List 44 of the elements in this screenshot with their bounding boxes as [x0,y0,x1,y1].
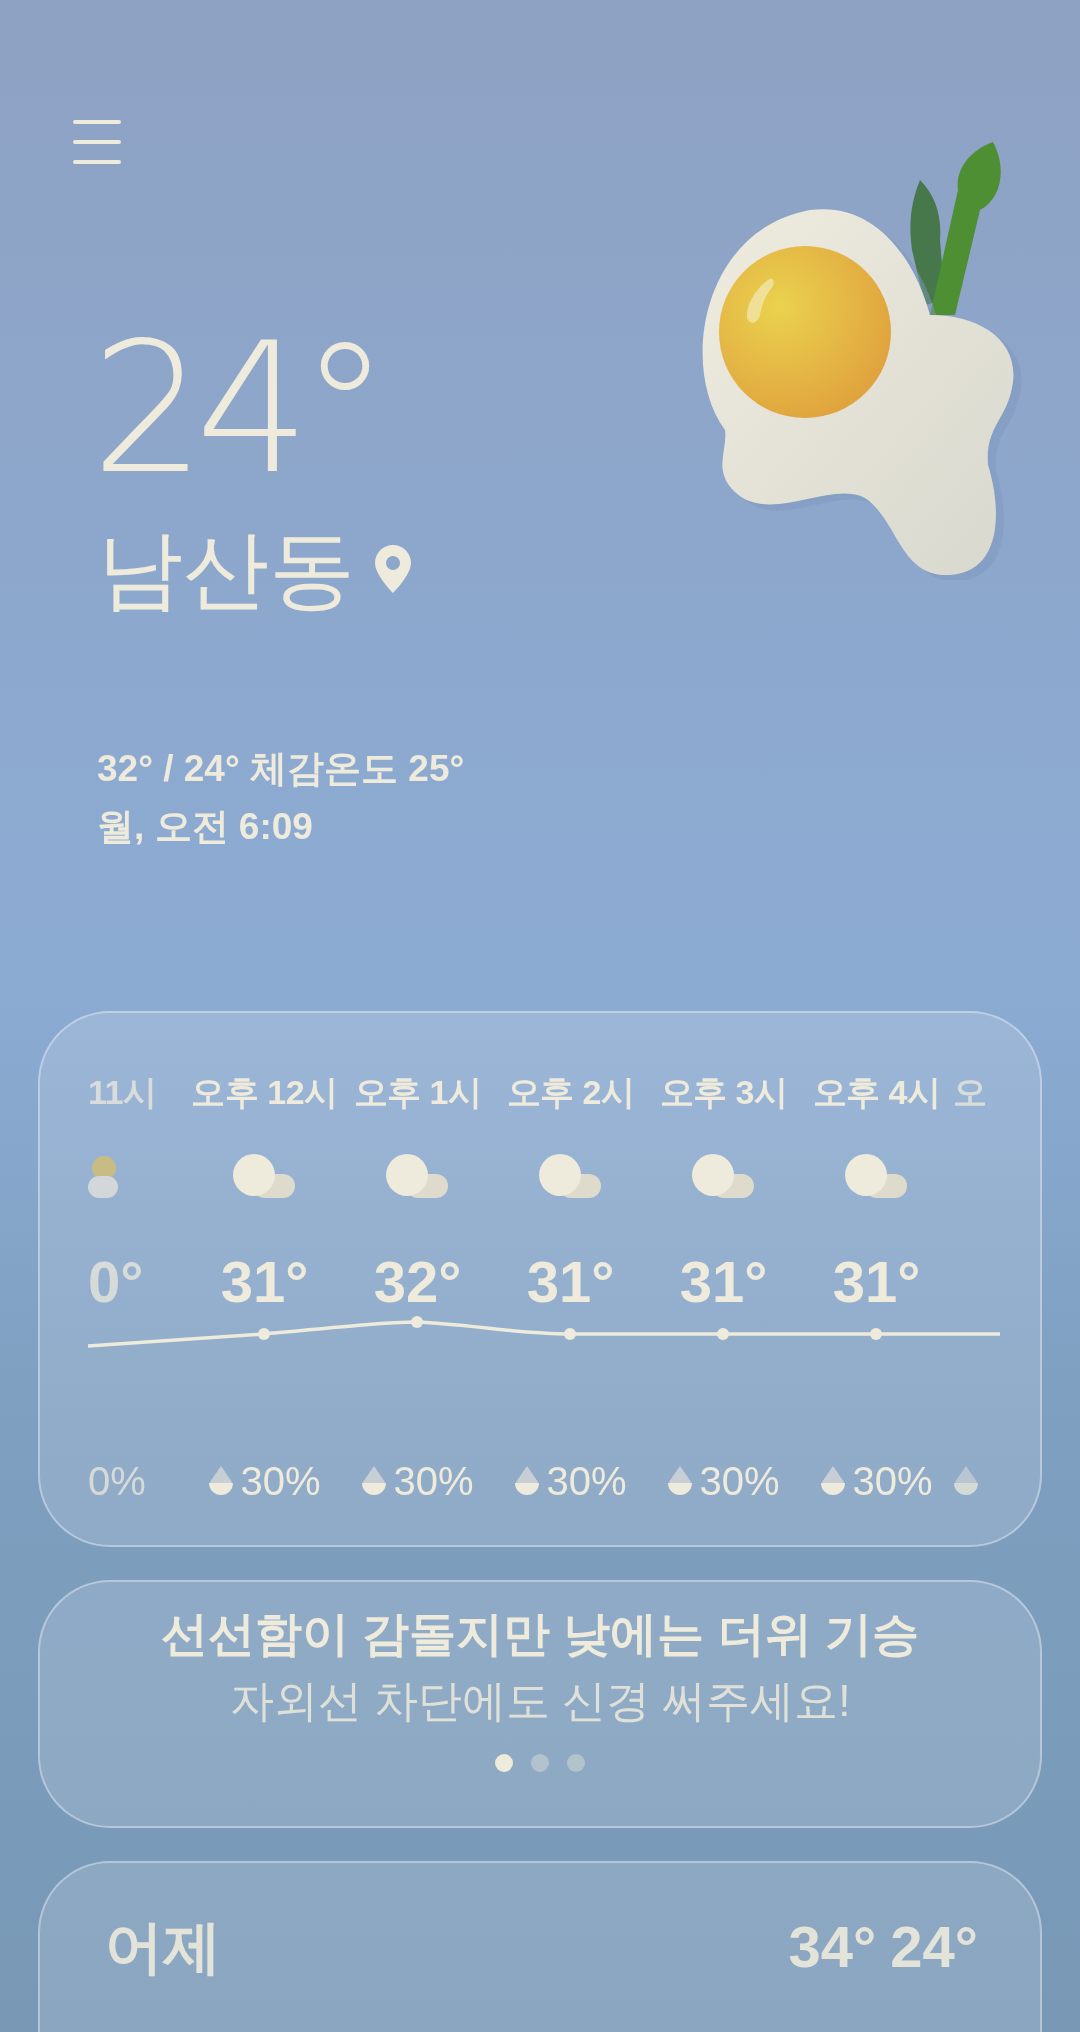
location-name: 남산동 [97,520,355,619]
raindrop-icon [953,1466,979,1496]
cloud-icon [538,1154,603,1198]
page-dot[interactable] [567,1754,585,1772]
hour-temperature: 32° [373,1247,462,1315]
raindrop-icon [208,1466,235,1496]
raindrop-icon [820,1466,847,1496]
cloud-icon [232,1154,297,1198]
hour-label: 오 [953,1072,987,1113]
hour-temperature: 31° [526,1247,615,1315]
hour-label: 11시 [88,1072,157,1113]
hour-temperature: 31° [832,1247,921,1315]
hour-label: 오후 1시 [353,1072,482,1113]
yesterday-high: 34° [788,1913,877,1981]
current-temperature: 24° [91,314,381,504]
hour-temperature: 31° [220,1247,309,1315]
cloud-icon [385,1154,450,1198]
hour-label: 오후 12시 [191,1072,338,1113]
hour-label: 오후 3시 [659,1072,788,1113]
precipitation-chance: 30% [240,1458,321,1504]
precipitation-chance: 30% [393,1458,474,1504]
cloud-icon [844,1154,909,1198]
hour-label: 오후 2시 [506,1072,635,1113]
precipitation-chance: 30% [699,1458,780,1504]
hour-temperature: 31° [679,1247,768,1315]
raindrop-icon [667,1466,694,1496]
location-pin-icon [375,545,411,593]
high-low-feels-like: 32° / 24° 체감온도 25° [97,747,465,791]
precipitation-chance: 30% [546,1458,627,1504]
yesterday-label: 어제 [105,1913,221,1981]
cloud-icon [691,1154,756,1198]
raindrop-icon [514,1466,541,1496]
precipitation-chance: 0% [88,1458,146,1504]
hour-temperature: 0° [88,1247,144,1315]
raindrop-icon [361,1466,388,1496]
page-dot[interactable] [495,1754,513,1772]
tip-subtitle: 자외선 차단에도 신경 써주세요! [229,1675,851,1727]
tip-title: 선선함이 감돌지만 낮에는 더위 기승 [161,1606,919,1662]
updated-time: 월, 오전 6:09 [97,805,314,849]
menu-button[interactable] [73,120,121,164]
yesterday-low: 24° [890,1913,978,1981]
page-dot[interactable] [531,1754,549,1772]
precipitation-chance: 30% [852,1458,933,1504]
hour-label: 오후 4시 [812,1072,941,1113]
